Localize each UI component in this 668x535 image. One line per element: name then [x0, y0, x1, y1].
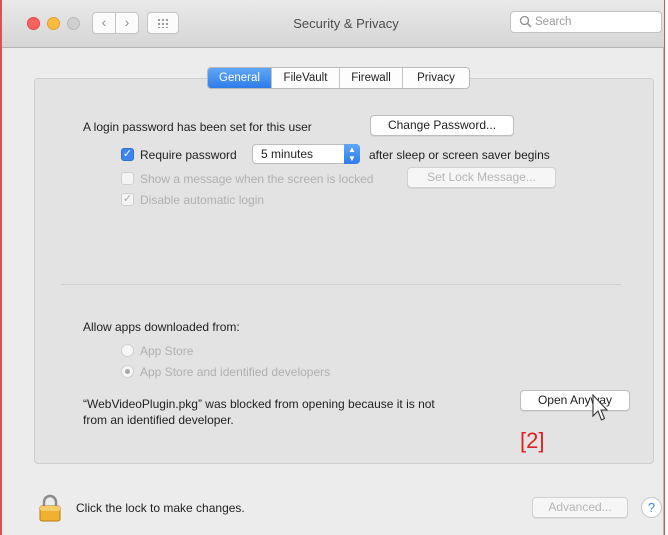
- blocked-message-line1: “WebVideoPlugin.pkg” was blocked from op…: [83, 397, 435, 411]
- lock-icon[interactable]: [38, 494, 62, 522]
- tab-general[interactable]: General: [208, 68, 272, 88]
- disable-auto-login-checkbox[interactable]: ✓: [121, 193, 134, 206]
- radio-app-store-label: App Store: [140, 344, 194, 358]
- allow-apps-heading: Allow apps downloaded from:: [83, 320, 240, 334]
- chevron-updown-icon: ▲ ▼: [344, 144, 360, 164]
- search-icon: [519, 15, 532, 28]
- password-interval-select[interactable]: 5 minutes ▲ ▼: [252, 144, 360, 164]
- password-interval-value: 5 minutes: [261, 147, 314, 161]
- disable-auto-login-label: Disable automatic login: [140, 193, 265, 207]
- annotation-border-right: [664, 0, 665, 535]
- require-password-suffix: after sleep or screen saver begins: [369, 148, 550, 162]
- require-password-label: Require password: [140, 148, 237, 162]
- radio-identified-developers[interactable]: [121, 365, 134, 378]
- search-placeholder: Search: [535, 16, 572, 28]
- zoom-button[interactable]: [67, 17, 80, 30]
- tab-bar: General FileVault Firewall Privacy: [207, 67, 470, 89]
- back-icon: ‹: [101, 14, 107, 30]
- tab-filevault[interactable]: FileVault: [272, 68, 340, 88]
- grid-icon: [157, 18, 169, 28]
- set-lock-message-button[interactable]: Set Lock Message...: [407, 167, 556, 188]
- minimize-button[interactable]: [47, 17, 60, 30]
- show-message-checkbox[interactable]: [121, 172, 134, 185]
- advanced-button[interactable]: Advanced...: [532, 497, 628, 518]
- lock-text: Click the lock to make changes.: [76, 501, 245, 515]
- show-message-label: Show a message when the screen is locked: [140, 172, 374, 186]
- forward-button[interactable]: ›: [115, 12, 139, 34]
- annotation-border-left: [0, 0, 2, 535]
- window-title: Security & Privacy: [293, 16, 399, 31]
- open-anyway-button[interactable]: Open Anyway: [520, 390, 630, 411]
- cursor-icon: [592, 394, 608, 421]
- tab-firewall[interactable]: Firewall: [340, 68, 403, 88]
- window: ‹ › Security & Privacy Search General Fi…: [0, 0, 665, 535]
- close-button[interactable]: [27, 17, 40, 30]
- section-divider: [61, 284, 621, 285]
- radio-app-store[interactable]: [121, 344, 134, 357]
- search-field[interactable]: Search: [510, 11, 662, 33]
- title-bar: ‹ › Security & Privacy Search: [1, 0, 665, 48]
- tab-privacy[interactable]: Privacy: [403, 68, 469, 88]
- annotation-label: [2]: [520, 428, 545, 453]
- back-button[interactable]: ‹: [92, 12, 116, 34]
- radio-identified-developers-label: App Store and identified developers: [140, 365, 331, 379]
- login-password-text: A login password has been set for this u…: [83, 120, 312, 134]
- forward-icon: ›: [124, 14, 130, 30]
- blocked-message-line2: from an identified developer.: [83, 413, 234, 427]
- change-password-button[interactable]: Change Password...: [370, 115, 514, 136]
- show-all-button[interactable]: [147, 12, 179, 34]
- require-password-checkbox[interactable]: ✓: [121, 148, 134, 161]
- help-button[interactable]: ?: [641, 497, 662, 518]
